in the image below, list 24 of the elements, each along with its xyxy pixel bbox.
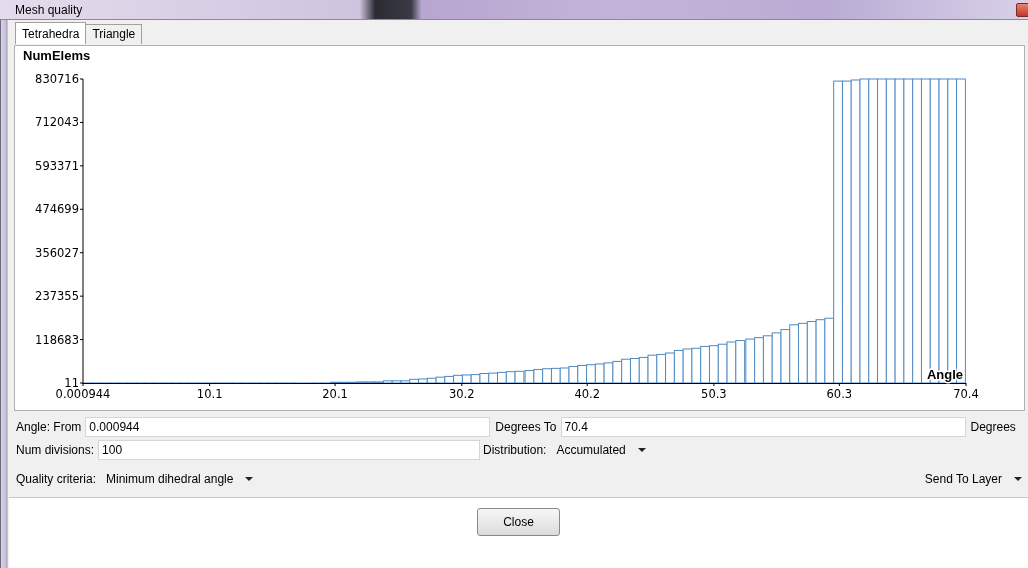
y-tick-label: 593371: [35, 158, 79, 173]
unit-label: Degrees: [970, 420, 1016, 434]
y-tick-label: 118683: [35, 332, 79, 347]
field-label: Degrees To: [495, 420, 557, 434]
y-tick-label: 830716: [35, 72, 79, 86]
x-tick-label: 50.3: [701, 387, 727, 401]
field-label: Angle: From: [16, 420, 82, 434]
x-tick-label: 40.2: [574, 387, 600, 401]
field-label: Num divisions:: [16, 443, 95, 457]
x-tick-label: 60.3: [826, 387, 853, 401]
field-label: Quality criteria:: [16, 472, 97, 486]
field-label: Distribution:: [483, 443, 547, 457]
y-tick-label: 356027: [35, 245, 79, 260]
y-axis-title: NumElems: [23, 48, 91, 63]
x-tick-label: 0.000944: [55, 387, 111, 401]
y-tick-label: 474699: [35, 202, 79, 217]
x-tick-label: 10.1: [196, 387, 223, 401]
y-tick-label: 11: [64, 376, 79, 390]
x-tick-label: 20.1: [322, 387, 348, 401]
x-tick-label: 30.2: [449, 387, 475, 401]
y-tick-label: 237355: [35, 289, 79, 304]
x-tick-label: 70.4: [953, 387, 979, 401]
window-title: Mesh quality: [15, 2, 84, 17]
y-tick-label: 712043: [35, 115, 79, 130]
